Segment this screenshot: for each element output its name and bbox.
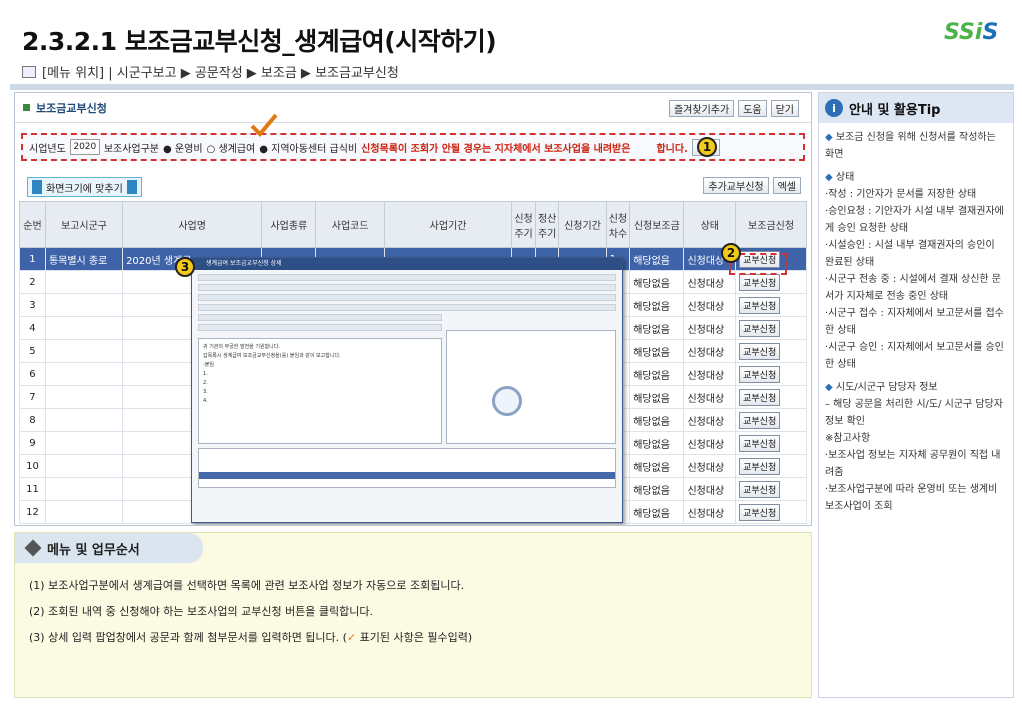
- column-header[interactable]: 상태: [683, 201, 737, 248]
- page: 2.3.2.1 보조금교부신청_생계급여(시작하기) SSiS [메뉴 위치] …: [0, 0, 1022, 716]
- column-header[interactable]: 신청보조금: [629, 201, 685, 248]
- grant-request-button[interactable]: 교부신청: [739, 434, 781, 452]
- favorite-button[interactable]: 즐겨찾기추가: [668, 100, 735, 117]
- step-1-text: (1) 보조사업구분에서 생계급여를 선택하면 목록에 관련 보조사업 정보가 …: [29, 579, 465, 592]
- ssis-logo: SSiS: [944, 20, 999, 45]
- page-title: 2.3.2.1 보조금교부신청_생계급여(시작하기): [22, 27, 497, 56]
- check-icon: ✓: [346, 631, 357, 644]
- attachment-panel: [446, 330, 616, 444]
- tip-item: ·승인요청 : 기안자가 시설 내부 결재권자에게 승인 요청한 상태: [825, 206, 1004, 234]
- tip-item: ·보조사업 정보는 지자체 공무원이 직접 내려줌: [825, 450, 1001, 478]
- tip-item: ·시군구 전송 중 : 시설에서 결재 상신한 문서가 지자체로 전송 중인 상…: [825, 274, 1001, 302]
- column-header[interactable]: 사업기간: [383, 201, 513, 248]
- column-header[interactable]: 신청기간: [558, 201, 607, 248]
- grant-request-button[interactable]: 교부신청: [739, 457, 781, 475]
- detail-popup: 생계급여 보조금교부신청 상세 귀 기관의 무궁한 발전을 기원합니다. 갑목록시…: [191, 257, 623, 523]
- menu-panel: 메뉴 및 업무순서 (1) 보조사업구분에서 생계급여를 선택하면 목록에 관련…: [14, 532, 812, 698]
- breadcrumb: [메뉴 위치] | 시군구보고 ▶ 공문작성 ▶ 보조금 ▶ 보조금교부신청: [22, 62, 399, 81]
- tip-item: – 해당 공문을 처리한 시/도/ 시군구 담당자 정보 확인: [825, 399, 1004, 427]
- grant-request-button[interactable]: 교부신청: [739, 365, 781, 383]
- excel-button[interactable]: 엑셀: [772, 177, 801, 194]
- check-icon: [250, 113, 278, 137]
- filter-bar: 시업년도 2020 보조사업구분 ● 운영비 ○ 생계급여 ● 지역아동센터 급…: [21, 133, 805, 161]
- step-3-text: (3) 상세 입력 팝업창에서 공문과 함께 첨부문서를 입력하면 됩니다. (…: [29, 631, 473, 644]
- column-header[interactable]: 보조금신청: [735, 201, 807, 248]
- popup-title: 생계급여 보조금교부신청 상세: [192, 258, 622, 270]
- tips-panel: i 안내 및 활용Tip ◆ 보조금 신청을 위해 신청서를 작성하는 화면 ◆ 상…: [818, 92, 1014, 698]
- step-2-text: (2) 조회된 내역 중 신청해야 하는 보조사업의 교부신청 버튼을 클릭합니…: [29, 605, 374, 618]
- grant-request-button[interactable]: 교부신청: [739, 342, 781, 360]
- grant-request-button[interactable]: 교부신청: [739, 319, 781, 337]
- tip-item: ·시군구 접수 : 지자체에서 보고문서를 접수한 상태: [825, 308, 1004, 336]
- step-badge-3: 3: [175, 257, 195, 277]
- grant-request-button[interactable]: 교부신청: [739, 411, 781, 429]
- divider: [10, 84, 1014, 90]
- document-editor[interactable]: 귀 기관의 무궁한 발전을 기원합니다. 갑목록시 생계급여 보조금교부신청을(를…: [198, 338, 442, 444]
- close-button[interactable]: 닫기: [770, 100, 799, 117]
- tip-item: ·작성 : 기안자가 문서를 저장한 상태: [825, 189, 977, 200]
- fit-screen-button[interactable]: 화면크기에 맞추기: [27, 177, 142, 197]
- tip-item: ◆ 시도/시군구 담당자 정보: [825, 382, 938, 393]
- tip-item: ◆ 보조금 신청을 위해 신청서를 작성하는 화면: [825, 132, 996, 160]
- help-button[interactable]: 도움: [738, 100, 767, 117]
- radio-meal[interactable]: ● 지역아동센터 급식비: [259, 140, 357, 155]
- step-badge-1: 1: [697, 137, 717, 157]
- add-grant-button[interactable]: 추가교부신청: [703, 177, 769, 194]
- menu-location-icon: [22, 65, 36, 78]
- warning-text: 신청목록이 조회가 안될 경우는 지자체에서 보조사업을 내려받은: [361, 143, 631, 155]
- radio-operating[interactable]: ● 운영비: [163, 140, 203, 155]
- grant-request-button[interactable]: 교부신청: [739, 480, 781, 498]
- radio-living[interactable]: ○ 생계급여: [207, 140, 256, 155]
- bullet-icon: [24, 539, 42, 557]
- column-header[interactable]: 사업종류: [261, 201, 317, 248]
- year-input[interactable]: 2020: [69, 139, 100, 155]
- tip-item: ·시군구 승인 : 지자체에서 보고문서를 승인한 상태: [825, 342, 1004, 370]
- column-header[interactable]: 신청차수: [605, 201, 631, 248]
- tip-item: ·시설승인 : 시설 내부 결재권자의 승인이 완료된 상태: [825, 240, 995, 268]
- tip-item: ◆ 상태: [825, 172, 855, 183]
- approval-list: [198, 448, 616, 488]
- column-header[interactable]: 보고시군구: [44, 201, 124, 248]
- info-icon: i: [825, 99, 843, 117]
- column-header[interactable]: 신청주기: [511, 201, 536, 248]
- grant-request-button[interactable]: 교부신청: [739, 388, 781, 406]
- step-badge-2: 2: [721, 243, 741, 263]
- column-header[interactable]: 사업코드: [315, 201, 385, 248]
- grant-request-button[interactable]: 교부신청: [739, 503, 781, 521]
- screen-capture: 보조금교부신청 즐겨찾기추가 도움 닫기 시업년도 2020 보조사업구분 ● …: [14, 92, 812, 526]
- column-header[interactable]: 순번: [19, 201, 46, 248]
- grant-request-button[interactable]: 교부신청: [739, 296, 781, 314]
- column-header[interactable]: 사업명: [122, 201, 263, 248]
- panel-icon: [23, 104, 30, 111]
- column-header[interactable]: 정산주기: [534, 201, 560, 248]
- grant-request-button[interactable]: 교부신청: [739, 273, 781, 291]
- tip-item: ※참고사항: [825, 433, 871, 444]
- tip-item: ·보조사업구분에 따라 운영비 또는 생계비 보조사업이 조회: [825, 484, 998, 512]
- search-icon: [492, 386, 522, 416]
